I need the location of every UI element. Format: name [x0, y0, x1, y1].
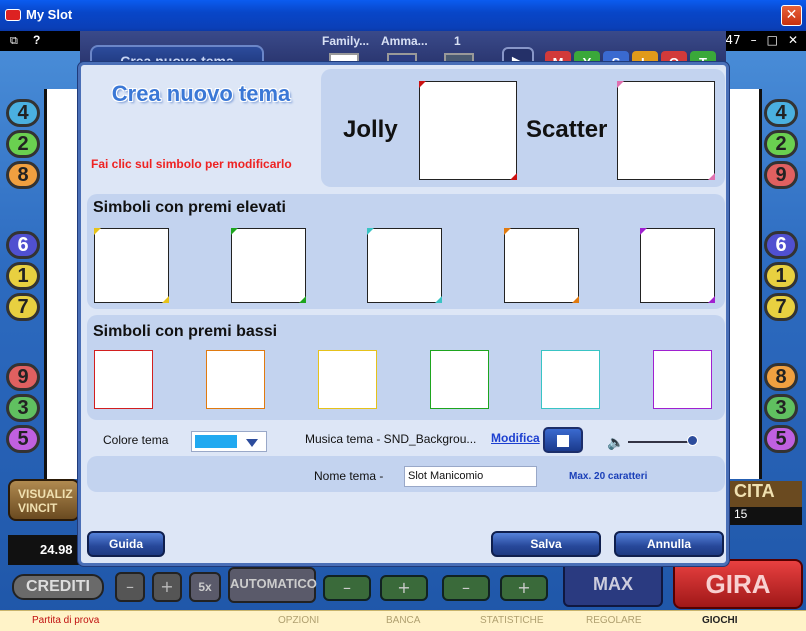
payline-left-4[interactable]: 4	[6, 99, 40, 127]
bet-plus-button[interactable]: +	[152, 572, 182, 602]
win-value: 15	[730, 507, 802, 525]
cancel-button[interactable]: Annulla	[614, 531, 724, 557]
jolly-label: Jolly	[343, 116, 398, 143]
minimize-button[interactable]: –	[751, 33, 757, 47]
high-symbol-slot-5[interactable]	[640, 228, 715, 303]
tab-family[interactable]: Family...	[322, 34, 369, 48]
chevron-down-icon	[246, 439, 258, 447]
status-bar: Partita di prova OPZIONI BANCA STATISTIC…	[0, 610, 806, 631]
volume-slider-track[interactable]	[628, 441, 694, 443]
status-mode: Partita di prova	[32, 615, 100, 626]
high-symbol-slot-1[interactable]	[94, 228, 169, 303]
app-icon	[5, 9, 21, 21]
payline-right-2[interactable]: 2	[764, 130, 798, 158]
low-symbol-slot-6[interactable]	[653, 350, 712, 409]
max-bet-button[interactable]: MAX	[563, 561, 663, 607]
copy-icon[interactable]: ⧉	[10, 34, 18, 48]
low-symbol-slot-1[interactable]	[94, 350, 153, 409]
win-label: CITA	[730, 481, 802, 507]
speaker-icon: 🔈	[607, 435, 625, 451]
status-games[interactable]: GIOCHI	[702, 615, 738, 626]
high-symbols-label: Simboli con premi elevati	[93, 199, 286, 216]
scatter-symbol-slot[interactable]	[617, 81, 715, 180]
high-symbol-slot-2[interactable]	[231, 228, 306, 303]
reel-area-left	[44, 89, 78, 479]
max-chars-hint: Max. 20 caratteri	[569, 471, 648, 482]
theme-music-label: Musica tema - SND_Backgrou...	[305, 432, 477, 446]
high-symbol-slot-3[interactable]	[367, 228, 442, 303]
auto-button[interactable]: AUTOMATICO	[228, 567, 317, 603]
save-button[interactable]: Salva	[491, 531, 601, 557]
dialog-title: Crea nuovo tema	[111, 81, 291, 106]
low-symbol-slot-2[interactable]	[206, 350, 265, 409]
x5-button[interactable]: 5x	[189, 572, 221, 602]
payline-right-4[interactable]: 4	[764, 99, 798, 127]
create-theme-dialog: Crea nuovo tema Fai clic sul simbolo per…	[78, 62, 729, 566]
payline-left-1[interactable]: 1	[6, 262, 40, 290]
help-button[interactable]: ?	[33, 33, 40, 47]
payline-right-1[interactable]: 1	[764, 262, 798, 290]
low-symbol-slot-5[interactable]	[541, 350, 600, 409]
payline-left-6[interactable]: 6	[6, 231, 40, 259]
theme-name-input[interactable]: Slot Manicomio	[404, 466, 537, 487]
payline-right-9[interactable]: 9	[764, 161, 798, 189]
scatter-label: Scatter	[526, 116, 608, 143]
payline-right-7[interactable]: 7	[764, 293, 798, 321]
window-close-button[interactable]: ✕	[781, 5, 802, 26]
line-minus-button[interactable]: –	[323, 575, 371, 601]
theme-name-label: Nome tema -	[314, 469, 384, 483]
modify-music-link[interactable]: Modifica	[491, 431, 540, 445]
maximize-button[interactable]: □	[767, 33, 778, 47]
low-symbol-slot-3[interactable]	[318, 350, 377, 409]
low-symbol-slot-4[interactable]	[430, 350, 489, 409]
line-plus-button[interactable]: +	[380, 575, 428, 601]
theme-color-label: Colore tema	[103, 433, 169, 447]
payline-left-9[interactable]: 9	[6, 363, 40, 391]
payline-right-5[interactable]: 5	[764, 425, 798, 453]
stop-icon	[557, 435, 569, 447]
payline-left-3[interactable]: 3	[6, 394, 40, 422]
payline-left-8[interactable]: 8	[6, 161, 40, 189]
volume-slider-knob[interactable]	[687, 435, 698, 446]
credits-label: CREDITI	[12, 574, 104, 600]
payline-left-5[interactable]: 5	[6, 425, 40, 453]
bet-minus-button[interactable]: –	[115, 572, 145, 602]
window-title: My Slot	[26, 7, 73, 22]
show-wins-button[interactable]: VISUALIZ VINCIT	[8, 479, 80, 521]
close-button[interactable]: ✕	[788, 33, 798, 47]
jolly-symbol-slot[interactable]	[419, 81, 517, 180]
low-symbols-label: Simboli con premi bassi	[93, 323, 278, 340]
status-bank[interactable]: BANCA	[386, 615, 420, 626]
status-stats[interactable]: STATISTICHE	[480, 615, 544, 626]
amount-display: 24.98	[8, 535, 80, 565]
status-rules[interactable]: REGOLARE	[586, 615, 642, 626]
theme-color-select[interactable]	[191, 431, 267, 452]
spin-button[interactable]: GIRA	[673, 559, 803, 609]
payline-right-8[interactable]: 8	[764, 363, 798, 391]
reel-area-right	[729, 89, 762, 479]
high-symbol-slot-4[interactable]	[504, 228, 579, 303]
tab-1[interactable]: 1	[454, 34, 461, 48]
payline-right-6[interactable]: 6	[764, 231, 798, 259]
window-titlebar: My Slot ✕	[0, 0, 806, 31]
stop-music-button[interactable]	[543, 427, 583, 453]
payline-left-7[interactable]: 7	[6, 293, 40, 321]
status-options[interactable]: OPZIONI	[278, 615, 319, 626]
theme-color-swatch	[195, 435, 237, 448]
dialog-hint: Fai clic sul simbolo per modificarlo	[91, 157, 292, 171]
tab-amma[interactable]: Amma...	[381, 34, 428, 48]
coin-plus-button[interactable]: +	[500, 575, 548, 601]
coin-minus-button[interactable]: –	[442, 575, 490, 601]
help-guide-button[interactable]: Guida	[87, 531, 165, 557]
payline-left-2[interactable]: 2	[6, 130, 40, 158]
payline-right-3[interactable]: 3	[764, 394, 798, 422]
